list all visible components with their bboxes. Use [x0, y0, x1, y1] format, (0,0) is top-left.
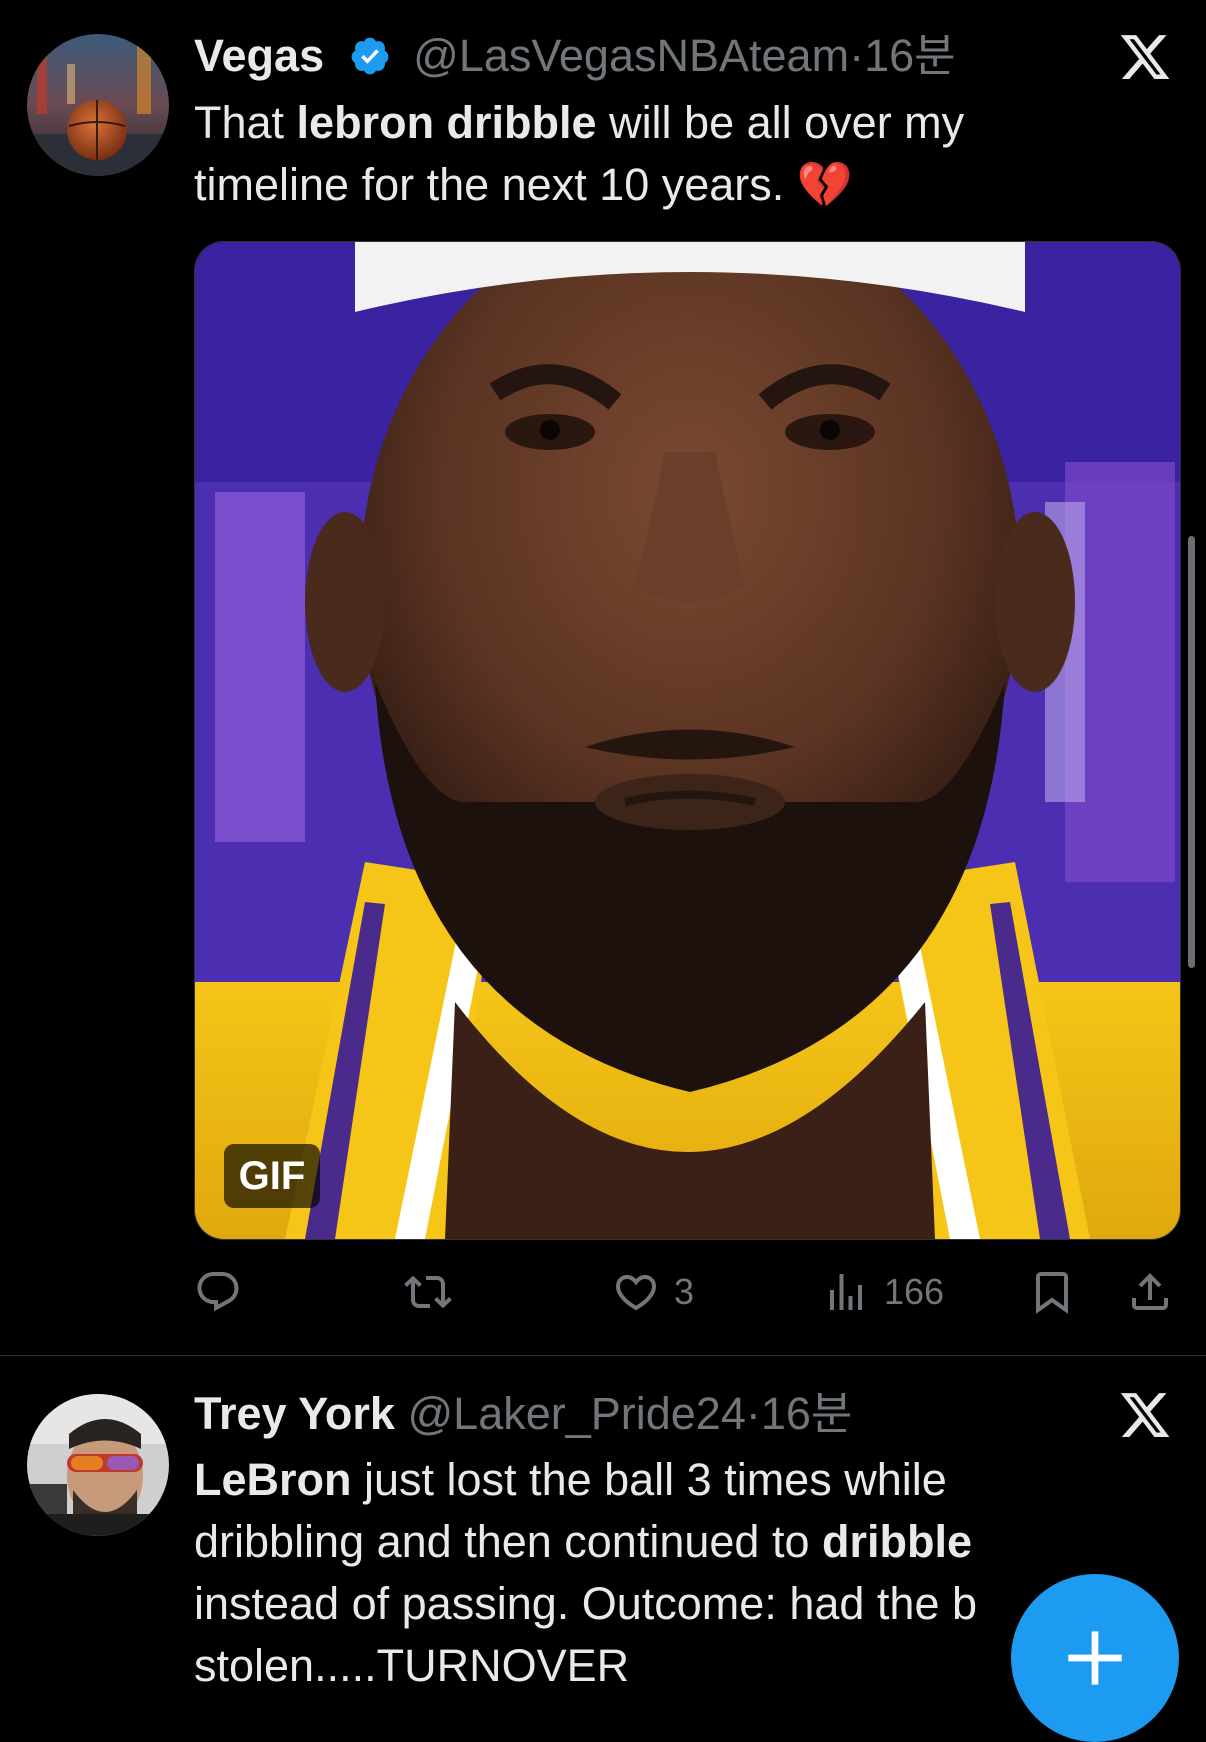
tweet-text-segment: stolen.....TURNOVER — [194, 1640, 630, 1691]
retweet-button[interactable] — [404, 1262, 452, 1322]
gif-image — [195, 242, 1180, 1239]
display-name[interactable]: Trey York — [194, 1388, 395, 1439]
reply-icon — [197, 1272, 239, 1312]
tweet-text-segment: That — [194, 97, 297, 148]
share-button[interactable] — [1126, 1262, 1174, 1322]
timestamp[interactable]: 16분 — [761, 1388, 852, 1439]
tweet-header: Vegas @LasVegasNBAteam·16분 — [194, 28, 956, 84]
tweet-media-gif[interactable]: GIF — [194, 241, 1181, 1240]
plus-icon — [1068, 1631, 1122, 1685]
avatar-trey-york[interactable] — [27, 1394, 169, 1536]
broken-heart-emoji: 💔 — [796, 159, 853, 210]
tweet-header: Trey York @Laker_Pride24·16분 — [194, 1386, 852, 1442]
share-icon — [1132, 1273, 1168, 1310]
separator: · — [849, 30, 865, 81]
verified-badge-icon — [349, 34, 391, 76]
x-logo-icon[interactable] — [1118, 30, 1172, 84]
user-handle[interactable]: @LasVegasNBAteam — [413, 30, 849, 81]
views-icon — [830, 1274, 862, 1310]
views-count: 166 — [884, 1271, 945, 1312]
bookmark-button[interactable] — [1028, 1262, 1076, 1322]
heart-icon — [615, 1275, 657, 1311]
retweet-icon — [404, 1275, 452, 1309]
tweet-1[interactable]: Vegas @LasVegasNBAteam·16분 That lebron d… — [0, 0, 1206, 1356]
tweet-text: LeBron just lost the ball 3 times while … — [194, 1449, 1094, 1697]
bookmark-icon — [1036, 1272, 1068, 1314]
display-name[interactable]: Vegas — [194, 30, 324, 81]
gif-badge: GIF — [224, 1144, 320, 1208]
x-logo-icon[interactable] — [1118, 1388, 1172, 1442]
like-count: 3 — [674, 1271, 695, 1312]
separator: · — [745, 1388, 761, 1439]
user-handle[interactable]: @Laker_Pride24 — [407, 1388, 745, 1439]
tweet-text-segment: instead of passing. Outcome: had the b — [194, 1578, 977, 1629]
tweet-actions: 3 166 — [194, 1262, 1179, 1322]
compose-button[interactable] — [1011, 1574, 1179, 1742]
tweet-text-bold: LeBron — [194, 1454, 352, 1505]
tweet-text: That lebron dribble will be all over my … — [194, 92, 1094, 216]
avatar-vegas[interactable] — [27, 34, 169, 176]
scrollbar[interactable] — [1188, 536, 1195, 968]
views-button[interactable]: 166 — [822, 1262, 944, 1322]
tweet-text-bold: dribble — [821, 1516, 972, 1567]
tweet-text-bold: lebron dribble — [296, 97, 597, 148]
timestamp[interactable]: 16분 — [864, 30, 955, 81]
like-button[interactable]: 3 — [612, 1262, 694, 1322]
reply-button[interactable] — [194, 1262, 242, 1322]
